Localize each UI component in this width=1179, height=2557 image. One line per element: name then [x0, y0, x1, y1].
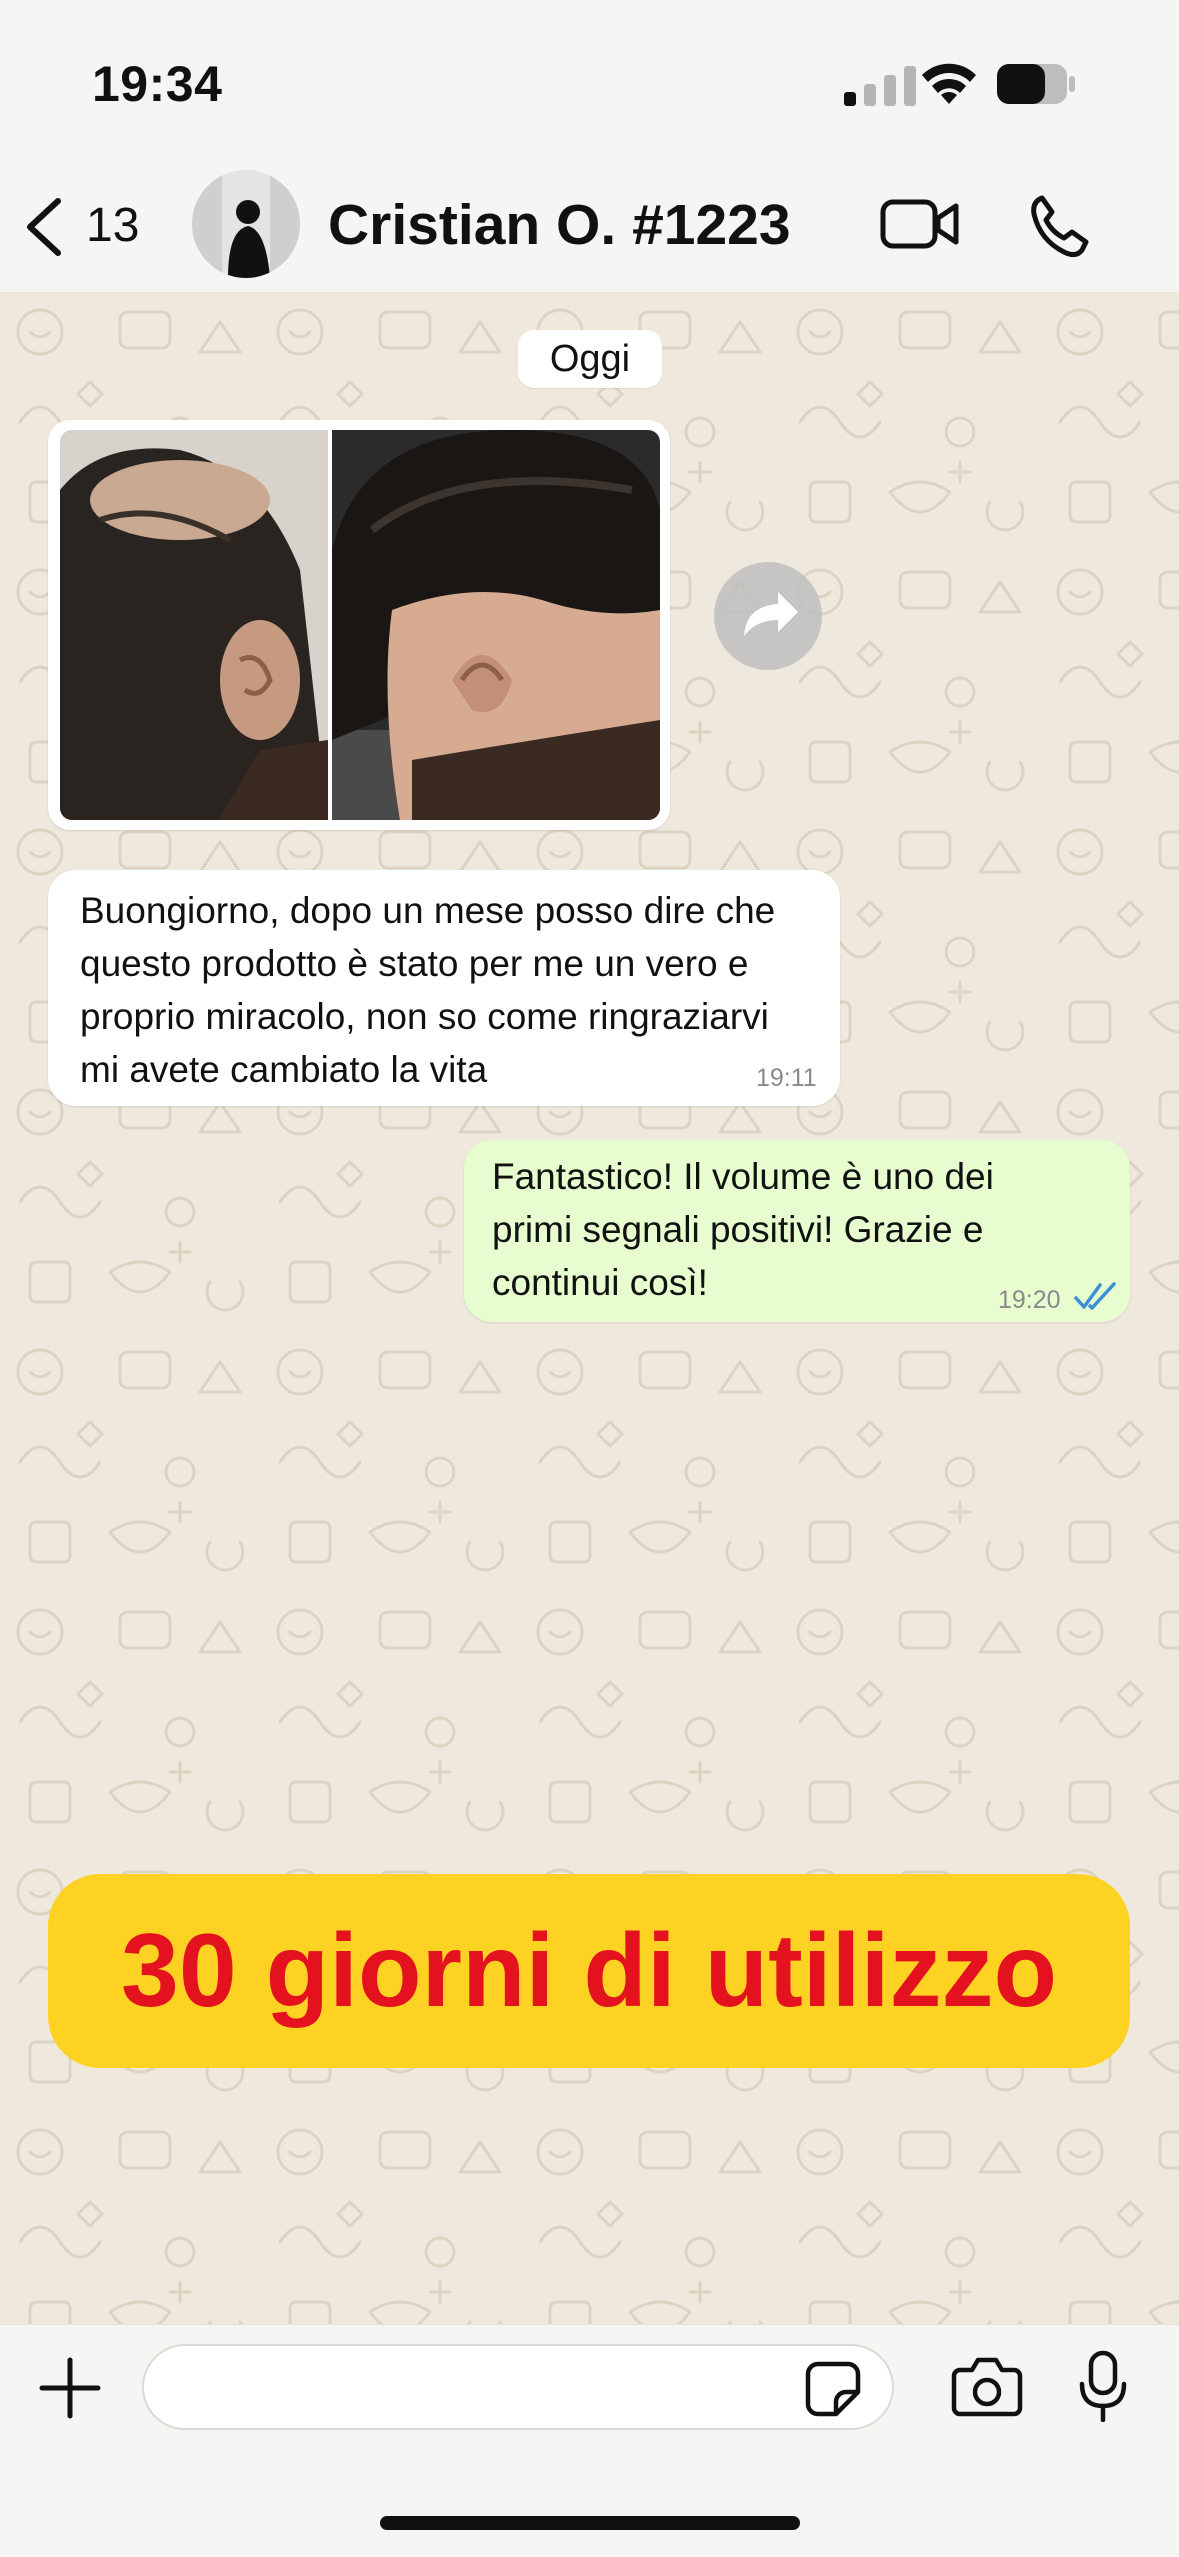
- outgoing-message-time: 19:20: [998, 1286, 1061, 1314]
- double-check-read-icon: [1074, 1282, 1116, 1310]
- message-input[interactable]: [142, 2344, 894, 2430]
- wifi-icon: [922, 63, 976, 104]
- status-time: 19:34: [92, 56, 223, 112]
- home-indicator[interactable]: [380, 2516, 800, 2530]
- outgoing-message-text: Fantastico! Il volume è uno dei primi se…: [492, 1156, 994, 1303]
- after-photo[interactable]: [332, 430, 660, 820]
- forward-button[interactable]: [714, 562, 822, 670]
- chevron-left-icon[interactable]: [20, 195, 68, 259]
- cellular-signal-icon: [844, 66, 916, 106]
- camera-icon[interactable]: [950, 2354, 1024, 2418]
- microphone-icon[interactable]: [1078, 2350, 1128, 2422]
- video-camera-icon[interactable]: [880, 196, 960, 252]
- promo-banner: 30 giorni di utilizzo: [48, 1874, 1130, 2068]
- avatar[interactable]: [192, 170, 300, 278]
- plus-icon[interactable]: [38, 2356, 102, 2420]
- sticker-icon[interactable]: [804, 2360, 862, 2418]
- incoming-message-text: Buongiorno, dopo un mese posso dire che …: [80, 890, 776, 1090]
- battery-icon: [997, 64, 1075, 104]
- date-separator: Oggi: [518, 330, 662, 388]
- forward-arrow-icon: [744, 592, 798, 636]
- phone-icon[interactable]: [1028, 192, 1096, 260]
- contact-name[interactable]: Cristian O. #1223: [328, 192, 791, 258]
- unread-count[interactable]: 13: [86, 198, 139, 253]
- incoming-message-time: 19:11: [756, 1064, 817, 1092]
- before-photo[interactable]: [60, 430, 328, 820]
